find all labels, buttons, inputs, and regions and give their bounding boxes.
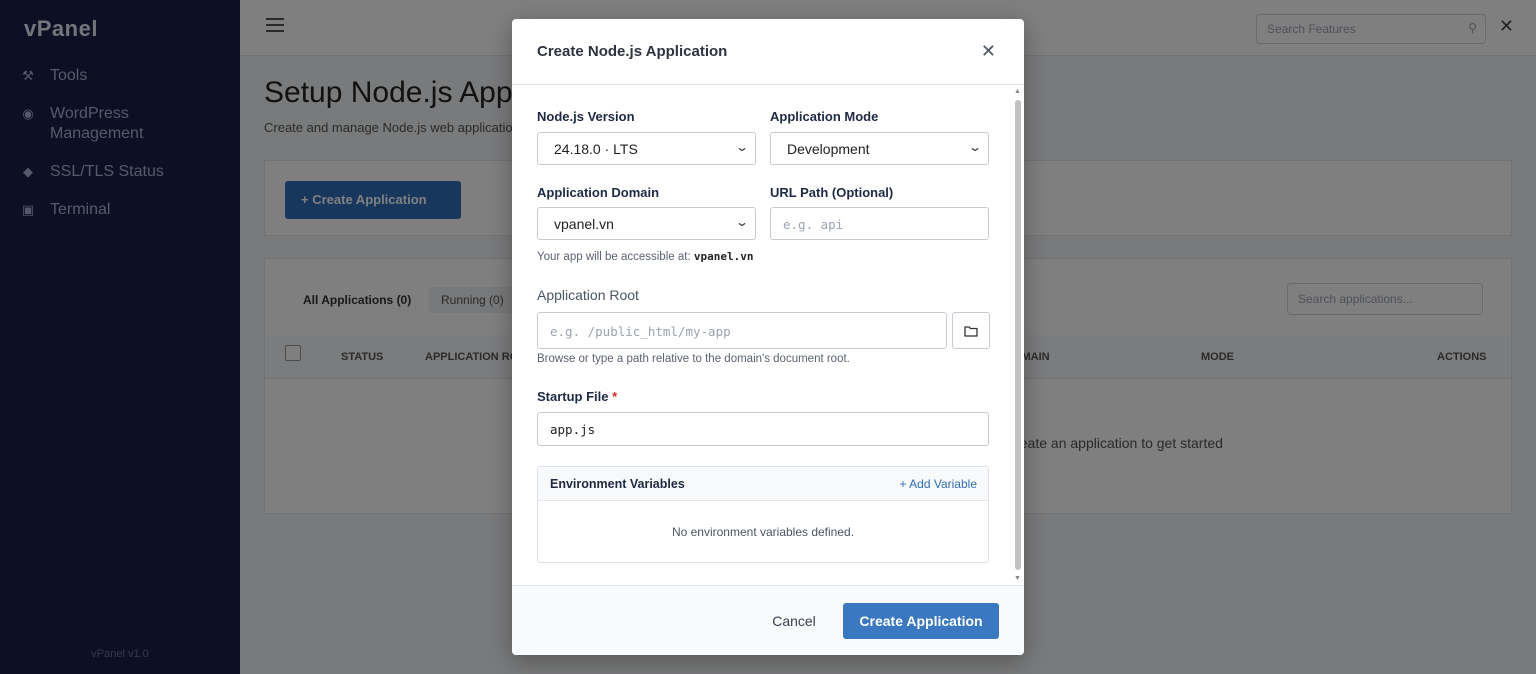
url-path-input[interactable]: e.g. api xyxy=(770,207,989,240)
environment-variables-header: Environment Variables + Add Variable xyxy=(538,467,988,501)
modal-scrollbar[interactable]: ▲ ▼ xyxy=(1014,88,1022,582)
cancel-button[interactable]: Cancel xyxy=(767,603,821,639)
nodejs-version-select[interactable]: 24.18.0 · LTS ⌄ xyxy=(537,132,756,165)
application-domain-select[interactable]: vpanel.vn ⌄ xyxy=(537,207,756,240)
accessible-url: vpanel.vn xyxy=(693,250,754,263)
add-variable-button[interactable]: + Add Variable xyxy=(899,477,977,491)
scroll-down-arrow-icon[interactable]: ▼ xyxy=(1014,575,1021,582)
close-icon[interactable]: ✕ xyxy=(981,41,996,61)
application-mode-select[interactable]: Development ⌄ xyxy=(770,132,989,165)
environment-variables-panel: Environment Variables + Add Variable No … xyxy=(537,466,989,563)
startup-file-label: Startup File * xyxy=(537,389,617,404)
application-root-input[interactable]: e.g. /public_html/my-app xyxy=(537,312,947,349)
chevron-down-icon: ⌄ xyxy=(734,140,750,154)
nodejs-version-value: 24.18.0 · LTS xyxy=(554,141,638,157)
nodejs-version-label: Node.js Version xyxy=(537,109,635,124)
startup-file-value: app.js xyxy=(550,422,596,437)
application-mode-value: Development xyxy=(787,141,870,157)
chevron-down-icon: ⌄ xyxy=(734,215,750,229)
application-domain-label: Application Domain xyxy=(537,185,660,200)
create-application-button[interactable]: Create Application xyxy=(843,603,999,639)
application-domain-value: vpanel.vn xyxy=(554,216,614,232)
folder-icon xyxy=(964,325,978,337)
url-path-placeholder: e.g. api xyxy=(783,217,844,232)
url-path-label: URL Path (Optional) xyxy=(770,185,894,200)
application-root-label: Application Root xyxy=(537,287,639,303)
modal-footer: Cancel Create Application xyxy=(512,585,1024,655)
application-root-placeholder: e.g. /public_html/my-app xyxy=(550,324,731,339)
required-marker: * xyxy=(612,389,618,404)
accessible-url-prefix: Your app will be accessible at: xyxy=(537,251,694,263)
environment-variables-empty: No environment variables defined. xyxy=(671,525,855,539)
application-root-help: Browse or type a path relative to the do… xyxy=(537,353,850,365)
modal-body[interactable]: Node.js Version 24.18.0 · LTS ⌄ Applicat… xyxy=(512,86,1024,584)
startup-file-label-text: Startup File xyxy=(537,389,609,404)
chevron-down-icon: ⌄ xyxy=(967,140,983,154)
environment-variables-title: Environment Variables xyxy=(550,477,685,491)
accessible-url-hint: Your app will be accessible at: vpanel.v… xyxy=(537,250,753,263)
scroll-thumb[interactable] xyxy=(1015,100,1021,570)
create-nodejs-app-dialog: Create Node.js Application ✕ Node.js Ver… xyxy=(512,19,1024,655)
startup-file-input[interactable]: app.js xyxy=(537,412,989,446)
browse-folder-button[interactable] xyxy=(952,312,990,349)
application-mode-label: Application Mode xyxy=(770,109,879,124)
modal-title: Create Node.js Application xyxy=(537,43,728,60)
modal-header: Create Node.js Application ✕ xyxy=(512,19,1024,85)
scroll-up-arrow-icon[interactable]: ▲ xyxy=(1014,88,1021,95)
